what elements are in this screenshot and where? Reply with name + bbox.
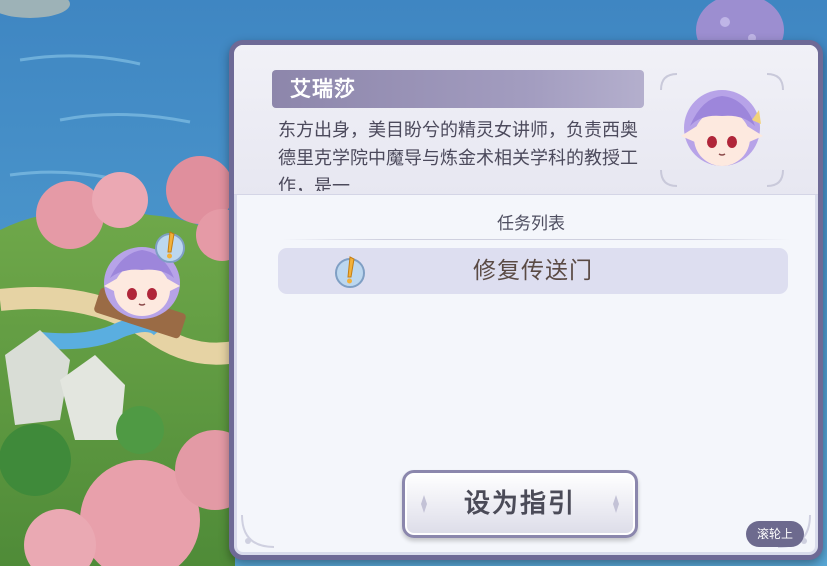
button-ornament-icon <box>613 495 619 513</box>
npc-name: 艾瑞莎 <box>272 70 644 108</box>
portrait-ornament-frame <box>660 73 784 187</box>
set-guide-button[interactable]: 设为指引 <box>402 470 638 538</box>
title-divider <box>282 239 790 240</box>
quest-exclamation-icon[interactable] <box>152 228 188 264</box>
npc-dialog-panel: 艾瑞莎 东方出身，美目盼兮的精灵女讲师，负责西奥德里克学院中魔导与炼金术相关学科… <box>229 40 823 560</box>
npc-info-header: 艾瑞莎 东方出身，美目盼兮的精灵女讲师，负责西奥德里克学院中魔导与炼金术相关学科… <box>234 45 818 195</box>
scroll-hint-badge: 滚轮上 <box>746 521 804 547</box>
button-ornament-icon <box>421 495 427 513</box>
npc-portrait <box>657 70 787 190</box>
npc-description: 东方出身，美目盼兮的精灵女讲师，负责西奥德里克学院中魔导与炼金术相关学科的教授工… <box>278 120 638 191</box>
corner-ornament-icon <box>241 514 275 548</box>
task-list-item[interactable]: 修复传送门 <box>278 248 788 294</box>
task-list-title: 任务列表 <box>497 214 565 234</box>
task-label: 修复传送门 <box>473 258 593 284</box>
set-guide-label: 设为指引 <box>463 489 576 519</box>
